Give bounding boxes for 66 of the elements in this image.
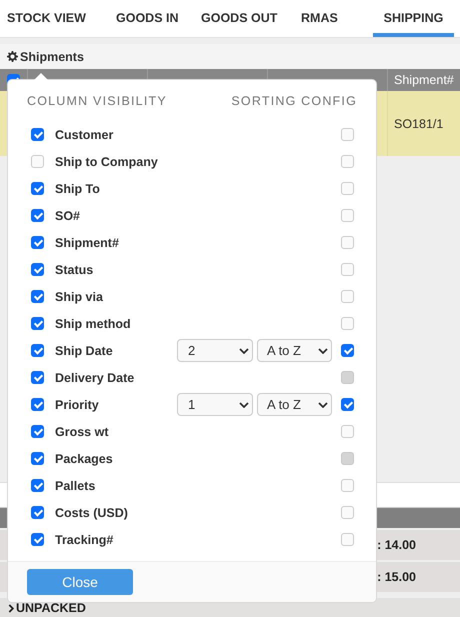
priority-select[interactable]: 2	[177, 339, 253, 362]
tab[interactable]: STOCK VIEW	[0, 0, 116, 37]
checkbox[interactable]	[31, 398, 44, 411]
column-label: Ship Date	[55, 344, 114, 358]
column-label: Customer	[55, 128, 114, 142]
checkbox[interactable]	[341, 317, 354, 330]
caret-icon	[318, 348, 328, 354]
column-label: Delivery Date	[55, 370, 136, 384]
tab[interactable]: GOODS IN	[116, 0, 201, 37]
checkbox[interactable]	[341, 209, 354, 222]
checkbox[interactable]	[31, 209, 44, 222]
section-heading: SORTING CONFIG	[231, 94, 357, 108]
checkbox[interactable]	[341, 182, 354, 195]
checkbox[interactable]	[341, 506, 354, 519]
checkbox[interactable]	[341, 128, 354, 141]
priority-select[interactable]: 1	[177, 393, 253, 416]
checkbox[interactable]	[341, 344, 354, 357]
checkbox[interactable]	[341, 236, 354, 249]
section-heading: COLUMN VISIBILITY	[27, 94, 167, 108]
tab[interactable]: GOODS OUT	[201, 0, 301, 37]
column-label: Shipment#	[55, 236, 120, 250]
checkbox[interactable]	[31, 236, 44, 249]
checkbox[interactable]	[31, 479, 44, 492]
column-label: Ship method	[55, 316, 132, 330]
section-title[interactable]: UNPACKED	[16, 601, 86, 615]
checkbox[interactable]	[31, 533, 44, 546]
caret-icon	[239, 402, 249, 408]
checkbox[interactable]	[341, 263, 354, 276]
column-label: Ship To	[55, 182, 101, 196]
checkbox[interactable]	[31, 263, 44, 276]
checkbox[interactable]	[31, 155, 44, 168]
column-label: Ship via	[55, 290, 104, 304]
checkbox[interactable]	[341, 533, 354, 546]
checkbox[interactable]	[341, 155, 354, 168]
checkbox[interactable]	[341, 479, 354, 492]
settings-icon[interactable]	[7, 51, 18, 62]
checkbox[interactable]	[31, 290, 44, 303]
column-label: Gross wt	[55, 424, 110, 438]
column-label: Status	[55, 262, 94, 276]
table-cell: SO181/1	[394, 116, 444, 130]
checkbox[interactable]	[31, 425, 44, 438]
column-label: Pallets	[55, 478, 96, 492]
checkbox[interactable]	[31, 452, 44, 465]
column-label: Ship to Company	[55, 154, 159, 168]
checkbox[interactable]	[31, 128, 44, 141]
column-label: Costs (USD)	[55, 506, 129, 520]
direction-select[interactable]: A to Z	[257, 339, 332, 362]
checkbox[interactable]	[341, 425, 354, 438]
column-label: Packages	[55, 452, 114, 466]
panel-title: Shipments	[20, 50, 84, 64]
column-label: SO#	[55, 208, 82, 222]
checkbox[interactable]	[31, 344, 44, 357]
checkbox[interactable]	[31, 182, 44, 195]
checkbox[interactable]	[31, 317, 44, 330]
checkbox[interactable]	[31, 506, 44, 519]
checkbox[interactable]	[31, 371, 44, 384]
caret-icon	[239, 348, 249, 354]
column-label: Priority	[55, 398, 100, 412]
direction-select[interactable]: A to Z	[257, 393, 332, 416]
tab[interactable]: RMAS	[301, 0, 373, 37]
column-label: Tracking#	[55, 532, 114, 546]
checkbox[interactable]	[341, 398, 354, 411]
caret-icon	[318, 402, 328, 408]
checkbox[interactable]	[341, 290, 354, 303]
chevron-icon[interactable]	[8, 604, 15, 612]
column-header[interactable]: Shipment#	[394, 73, 454, 87]
